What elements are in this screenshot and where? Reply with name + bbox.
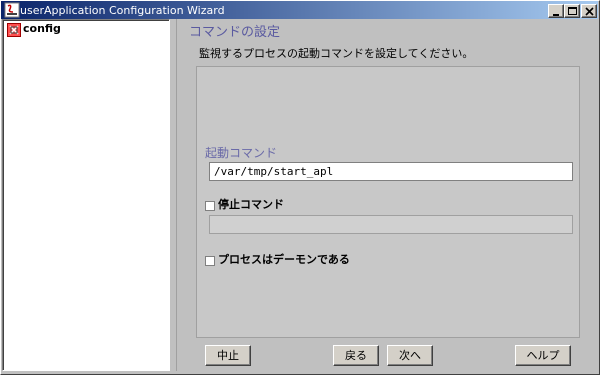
page-title: コマンドの設定 xyxy=(189,25,281,40)
minimize-button[interactable] xyxy=(548,4,564,18)
java-app-icon xyxy=(4,2,20,18)
daemon-checkbox[interactable] xyxy=(205,256,215,266)
start-command-label: 起動コマンド xyxy=(205,146,278,160)
window-title: userApplication Configuration Wizard xyxy=(20,4,225,17)
splitter-line xyxy=(176,19,177,371)
stop-command-label[interactable]: 停止コマンド xyxy=(218,198,284,212)
tree-item-config[interactable]: config xyxy=(23,22,61,36)
close-button[interactable] xyxy=(581,4,597,18)
page-description: 監視するプロセスの起動コマンドを設定してください。 xyxy=(199,47,474,60)
stop-command-checkbox[interactable] xyxy=(205,201,215,211)
back-button[interactable]: 戻る xyxy=(333,345,379,366)
close-icon xyxy=(585,7,594,16)
config-node-icon xyxy=(7,23,21,37)
title-bar[interactable]: userApplication Configuration Wizard xyxy=(1,1,598,19)
daemon-label[interactable]: プロセスはデーモンである xyxy=(218,253,350,267)
minimize-icon xyxy=(553,14,559,16)
next-button[interactable]: 次へ xyxy=(387,345,433,366)
start-command-input[interactable]: /var/tmp/start_apl xyxy=(209,162,573,181)
cancel-button[interactable]: 中止 xyxy=(205,345,251,366)
stop-command-input[interactable] xyxy=(209,215,573,234)
help-button[interactable]: ヘルプ xyxy=(515,345,571,366)
wizard-tree-panel[interactable]: config xyxy=(2,19,170,371)
maximize-button[interactable] xyxy=(564,4,580,18)
maximize-icon xyxy=(568,7,577,15)
